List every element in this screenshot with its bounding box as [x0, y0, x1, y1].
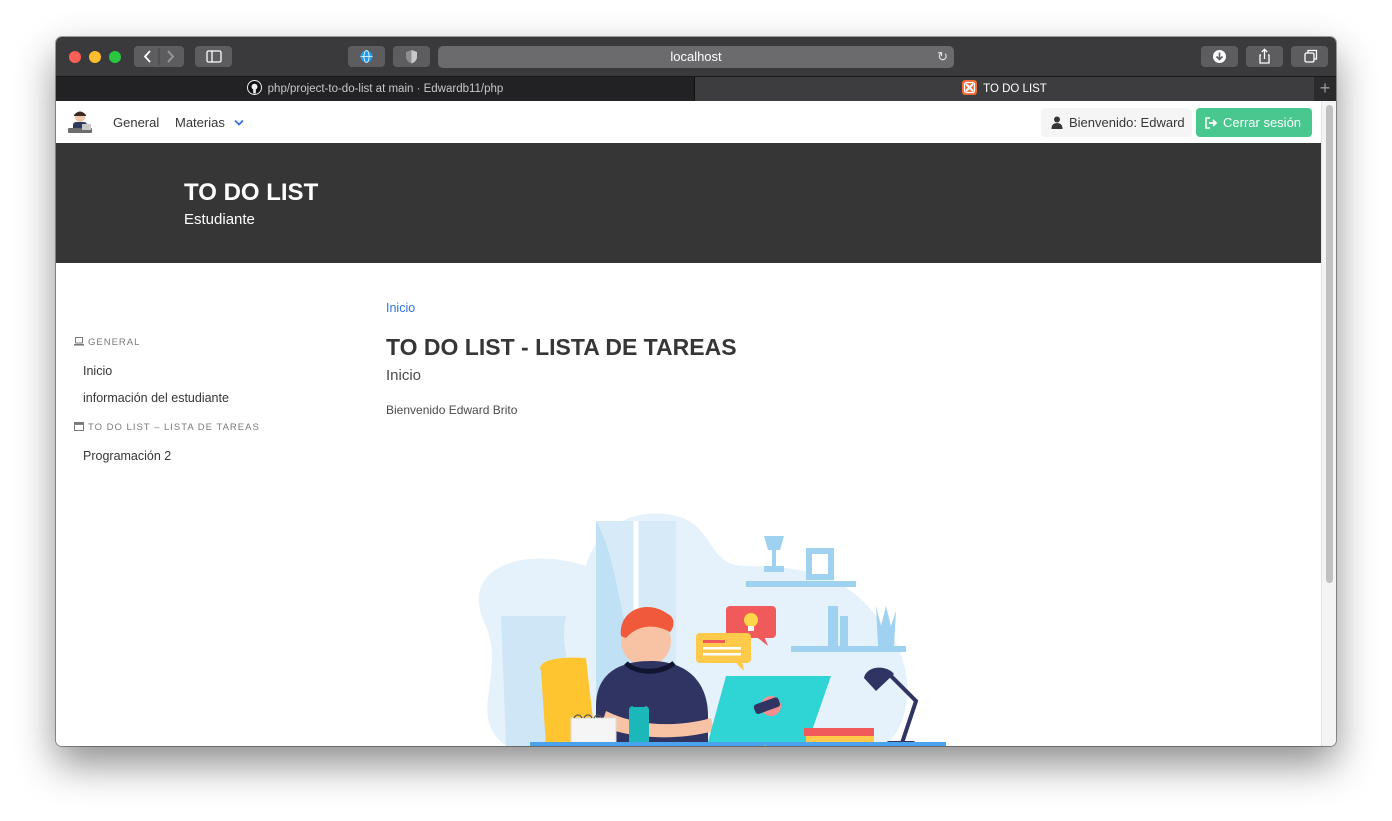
- globe-button[interactable]: [348, 46, 385, 67]
- window-icon: [74, 422, 84, 431]
- menu-label-text: GENERAL: [88, 337, 141, 348]
- sidebar-icon: [206, 50, 222, 63]
- tab-github[interactable]: php/project-to-do-list at main · Edwardb…: [56, 77, 695, 101]
- menu-label-tareas: TO DO LIST – LISTA DE TAREAS: [74, 422, 260, 433]
- new-tab-button[interactable]: +: [1314, 77, 1336, 101]
- navbar: General Materias Bienvenido: Edward Cerr…: [56, 101, 1321, 143]
- nav-general[interactable]: General: [113, 115, 159, 130]
- welcome-user-label: Bienvenido: Edward: [1069, 115, 1185, 130]
- breadcrumb-inicio[interactable]: Inicio: [386, 301, 415, 315]
- student-desk-illustration: [478, 513, 946, 746]
- share-button[interactable]: [1246, 46, 1283, 67]
- github-icon: [246, 80, 262, 95]
- tabs-overview-button[interactable]: [1291, 46, 1328, 67]
- tab-bar: php/project-to-do-list at main · Edwardb…: [56, 76, 1336, 101]
- minimize-window-button[interactable]: [89, 51, 101, 63]
- laptop-icon: [74, 337, 84, 346]
- nav-materias[interactable]: Materias: [175, 115, 246, 130]
- download-icon: [1213, 50, 1226, 63]
- user-icon: [1051, 116, 1063, 129]
- web-page: General Materias Bienvenido: Edward Cerr…: [56, 101, 1321, 746]
- sidebar-item-inicio[interactable]: Inicio: [83, 364, 112, 378]
- privacy-button[interactable]: [393, 46, 430, 67]
- sidebar-item-programacion-2[interactable]: Programación 2: [83, 449, 171, 463]
- chevron-down-icon: [234, 119, 245, 126]
- close-window-button[interactable]: [69, 51, 81, 63]
- address-bar[interactable]: localhost ↻: [438, 46, 954, 68]
- reload-icon[interactable]: ↻: [937, 46, 948, 68]
- welcome-message: Bienvenido Edward Brito: [386, 403, 518, 417]
- hero-subtitle: Estudiante: [184, 211, 255, 228]
- hero-title: TO DO LIST: [184, 179, 319, 206]
- tab-label: TO DO LIST: [983, 83, 1047, 95]
- browser-toolbar: localhost ↻: [56, 37, 1336, 76]
- sidebar-toggle-button[interactable]: [195, 46, 232, 67]
- globe-icon: [360, 50, 373, 63]
- zoom-window-button[interactable]: [109, 51, 121, 63]
- tab-todo-list[interactable]: TO DO LIST: [695, 77, 1314, 101]
- logout-button[interactable]: Cerrar sesión: [1196, 108, 1312, 137]
- sign-out-icon: [1205, 117, 1218, 129]
- url-text: localhost: [670, 49, 722, 64]
- hero-banner: TO DO LIST Estudiante: [56, 143, 1321, 263]
- menu-label-general: GENERAL: [74, 337, 140, 348]
- shield-icon: [406, 50, 417, 64]
- page-title: TO DO LIST - LISTA DE TAREAS: [386, 334, 737, 360]
- nav-materias-label: Materias: [175, 115, 225, 130]
- welcome-user-button[interactable]: Bienvenido: Edward: [1041, 108, 1192, 137]
- logout-label: Cerrar sesión: [1223, 115, 1302, 130]
- downloads-button[interactable]: [1201, 46, 1238, 67]
- tabs-icon: [1304, 49, 1318, 63]
- page-subtitle: Inicio: [386, 367, 422, 384]
- student-avatar-logo[interactable]: [66, 109, 94, 135]
- history-nav: [134, 46, 184, 67]
- sidebar-item-informacion[interactable]: información del estudiante: [83, 391, 229, 405]
- back-forward-icon[interactable]: [134, 46, 184, 67]
- xampp-icon: [962, 80, 978, 95]
- menu-label-text: TO DO LIST – LISTA DE TAREAS: [88, 422, 260, 433]
- scrollbar-thumb[interactable]: [1326, 105, 1333, 583]
- page-scrollbar[interactable]: [1321, 101, 1336, 746]
- tab-label: php/project-to-do-list at main · Edwardb…: [267, 83, 504, 95]
- browser-window: localhost ↻ php/project-to-do-list at ma…: [56, 37, 1336, 746]
- share-icon: [1259, 48, 1270, 64]
